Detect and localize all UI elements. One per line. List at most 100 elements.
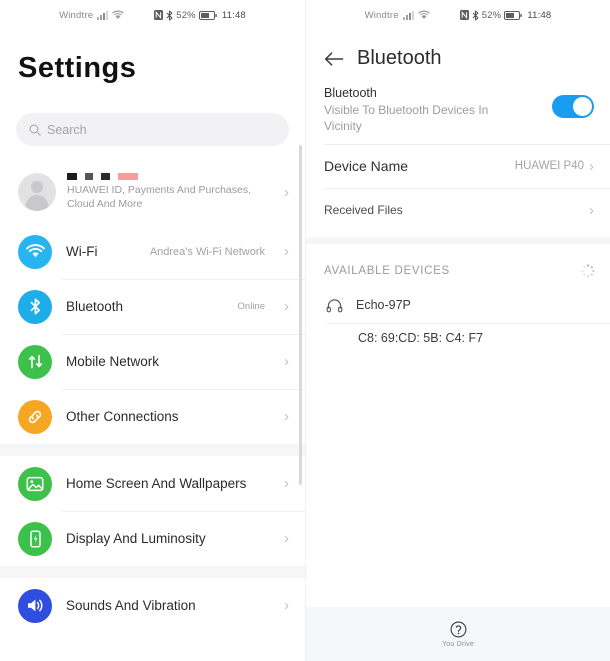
- sidebar-item-sounds-and-vibration[interactable]: Sounds And Vibration ›: [0, 578, 305, 633]
- page-title: Bluetooth: [357, 47, 442, 69]
- carrier-label: Windtre: [59, 9, 94, 21]
- dual-screenshot: Windtre 52% 11:48 Settings Search HUAWEI…: [0, 0, 610, 661]
- device-name-row[interactable]: Device Name HUAWEI P40 ›: [306, 144, 610, 188]
- avatar: [18, 173, 56, 212]
- battery-percent-label: 52%: [176, 9, 196, 21]
- settings-screen: Windtre 52% 11:48 Settings Search HUAWEI…: [0, 0, 305, 661]
- nfc-icon: [459, 10, 469, 20]
- account-row[interactable]: HUAWEI ID, Payments And Purchases, Cloud…: [0, 160, 305, 225]
- device-name-value: HUAWEI P40: [514, 160, 584, 173]
- chevron-right-icon: ›: [284, 353, 289, 371]
- bluetooth-icon: [18, 289, 52, 324]
- sidebar-item-mobile-network[interactable]: Mobile Network ›: [0, 334, 305, 389]
- bluetooth-toggle-label: Bluetooth: [324, 86, 377, 100]
- status-bar-left-group: Windtre: [365, 10, 430, 21]
- battery-icon: [198, 10, 217, 20]
- link-icon: [18, 399, 52, 434]
- sidebar-item-wifi[interactable]: Wi-Fi Andrea's Wi-Fi Network ›: [0, 224, 305, 279]
- battery-percent-label: 52%: [481, 9, 502, 21]
- chevron-right-icon: ›: [284, 475, 289, 493]
- chevron-right-icon: ›: [284, 243, 289, 261]
- search-input[interactable]: Search: [16, 113, 289, 146]
- status-bar-left-group: Windtre: [59, 9, 125, 21]
- page-title: Settings: [18, 52, 137, 84]
- received-files-row[interactable]: Received Files ›: [306, 188, 610, 232]
- wifi-status-icon: [417, 10, 430, 20]
- clock-label: 11:48: [221, 9, 246, 21]
- search-container: Search: [0, 85, 305, 146]
- bluetooth-toggle-row[interactable]: Bluetooth Visible To Bluetooth Devices I…: [306, 70, 610, 144]
- wifi-status-icon: [112, 10, 125, 20]
- available-devices-label: AVAILABLE DEVICES: [324, 264, 450, 277]
- arrow-left-icon[interactable]: [324, 51, 344, 67]
- status-bar-left: Windtre 52% 11:48: [0, 0, 305, 30]
- account-text: HUAWEI ID, Payments And Purchases, Cloud…: [67, 173, 273, 211]
- sidebar-item-value: Andrea's Wi-Fi Network: [149, 245, 265, 258]
- bluetooth-toggle-subtitle: Visible To Bluetooth Devices In Vicinity: [324, 103, 489, 134]
- bottom-bar-label: You Drive: [442, 640, 474, 648]
- list-item-device-mac[interactable]: C8: 69:CD: 5B: C4: F7: [306, 323, 610, 353]
- section-divider: [0, 566, 305, 579]
- headphones-icon: [326, 298, 343, 313]
- image-icon: [18, 466, 52, 501]
- status-bar-right: Windtre 52% 11:48: [306, 0, 610, 30]
- sidebar-item-home-screen-and-wallpapers[interactable]: Home Screen And Wallpapers ›: [0, 456, 305, 511]
- sidebar-item-value: Online: [237, 301, 265, 313]
- redaction-block: [101, 173, 110, 180]
- bluetooth-status-icon: [472, 10, 479, 21]
- chevron-right-icon: ›: [284, 530, 289, 548]
- redaction-block: [85, 173, 93, 180]
- carrier-label: Windtre: [364, 9, 399, 21]
- bluetooth-status-icon: [166, 10, 173, 21]
- clock-label: 11:48: [527, 9, 552, 21]
- help-icon[interactable]: [450, 621, 467, 638]
- redaction-block: [67, 173, 77, 180]
- sidebar-item-label: Display And Luminosity: [66, 531, 206, 547]
- device-name-label: Device Name: [324, 158, 409, 175]
- chevron-right-icon: ›: [284, 408, 289, 426]
- status-bar-right-group: 52% 11:48: [459, 9, 552, 21]
- search-placeholder: Search: [47, 122, 87, 137]
- bottom-bar: You Drive: [306, 607, 610, 661]
- mobile-network-icon: [18, 344, 52, 379]
- redaction-block: [118, 173, 138, 180]
- bluetooth-toggle-text: Bluetooth Visible To Bluetooth Devices I…: [324, 86, 542, 134]
- chevron-right-icon: ›: [284, 597, 289, 615]
- battery-icon: [504, 10, 523, 20]
- scrollbar[interactable]: [299, 145, 302, 485]
- sidebar-item-other-connections[interactable]: Other Connections ›: [0, 389, 305, 444]
- display-icon: [18, 521, 52, 556]
- sidebar-item-label: Home Screen And Wallpapers: [66, 476, 247, 492]
- sidebar-item-label: Bluetooth: [66, 299, 124, 315]
- chevron-right-icon: ›: [589, 201, 594, 219]
- list-item-device[interactable]: Echo-97P: [306, 287, 610, 323]
- chevron-right-icon: ›: [284, 183, 289, 201]
- device-label: Echo-97P: [356, 298, 411, 313]
- chevron-right-icon: ›: [589, 157, 594, 175]
- settings-group-connectivity: Wi-Fi Andrea's Wi-Fi Network › Bluetooth…: [0, 224, 305, 445]
- sidebar-item-display-and-luminosity[interactable]: Display And Luminosity ›: [0, 511, 305, 566]
- signal-icon: [97, 10, 109, 20]
- nfc-icon: [154, 10, 164, 20]
- section-divider: [0, 444, 305, 457]
- status-bar-right-group: 52% 11:48: [154, 10, 246, 21]
- account-name-redacted: [67, 173, 273, 180]
- loading-spinner: [581, 264, 595, 278]
- received-files-label: Received Files: [324, 203, 403, 218]
- account-subtitle: HUAWEI ID, Payments And Purchases, Cloud…: [67, 184, 252, 211]
- settings-group-sound: Sounds And Vibration ›: [0, 578, 305, 634]
- sidebar-item-bluetooth[interactable]: Bluetooth Online ›: [0, 279, 305, 334]
- bluetooth-header: Bluetooth: [306, 30, 610, 70]
- speaker-icon: [18, 588, 52, 623]
- settings-group-display: Home Screen And Wallpapers › Display And…: [0, 456, 305, 567]
- sidebar-item-label: Other Connections: [66, 409, 179, 425]
- bluetooth-screen: Windtre 52% 11:48 Bluetooth Bluetooth Vi…: [305, 0, 610, 661]
- bluetooth-toggle-switch[interactable]: [552, 95, 594, 118]
- wifi-icon: [18, 234, 52, 269]
- sidebar-item-label: Wi-Fi: [66, 244, 98, 260]
- available-devices-header: AVAILABLE DEVICES: [306, 237, 610, 287]
- sidebar-item-label: Sounds And Vibration: [66, 598, 196, 614]
- signal-icon: [402, 10, 414, 20]
- sidebar-item-label: Mobile Network: [66, 354, 160, 370]
- search-icon: [29, 124, 41, 136]
